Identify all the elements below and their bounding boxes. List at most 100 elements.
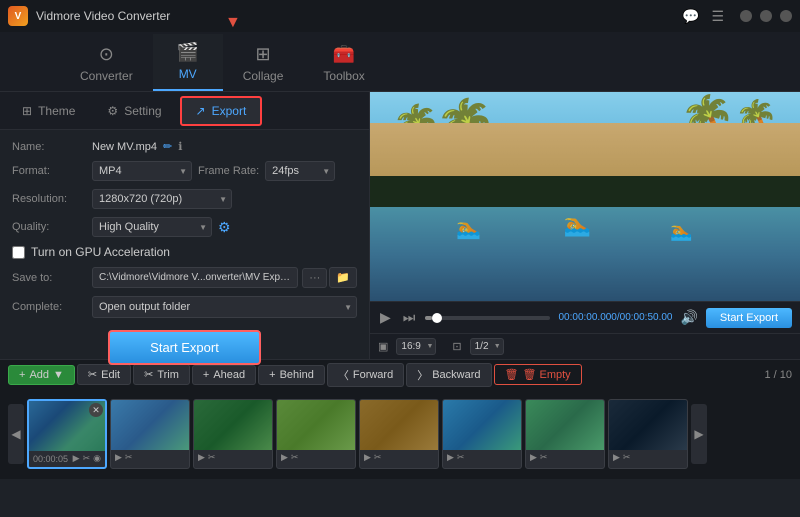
forward-button[interactable]: 〈 Forward <box>327 363 404 387</box>
clip-3-icons: ▶ ✂ <box>198 452 215 463</box>
export-icon: ↗ <box>196 104 206 118</box>
complete-row: Complete: Open output folder <box>12 296 357 318</box>
clip-3[interactable]: ▶ ✂ <box>193 399 273 469</box>
sub-tab-theme[interactable]: ⊞ Theme <box>8 98 89 124</box>
clip-2-thumb <box>111 400 189 450</box>
format-label: Format: <box>12 165 92 177</box>
backward-button[interactable]: 〉 Backward <box>406 363 491 387</box>
quality-value-group: High Quality ⚙ <box>92 217 357 237</box>
clip-7-thumb <box>526 400 604 450</box>
ahead-button[interactable]: + Ahead <box>192 365 256 385</box>
tab-mv[interactable]: 🎬 MV <box>153 34 223 91</box>
gpu-label: Turn on GPU Acceleration <box>31 245 170 259</box>
timeline-prev[interactable]: ◀ <box>8 404 24 464</box>
add-label: Add <box>29 369 49 381</box>
clip-6[interactable]: ▶ ✂ <box>442 399 522 469</box>
frame-rate-select[interactable]: 24fps <box>265 161 335 181</box>
clip-1-close[interactable]: ✕ <box>89 403 103 417</box>
sub-tab-theme-label: Theme <box>38 104 75 118</box>
quality-select[interactable]: High Quality <box>92 217 212 237</box>
vol-sm-icon: ◉ <box>93 453 101 464</box>
start-export-area: → Start Export <box>12 330 357 365</box>
tab-mv-label: MV <box>179 67 197 81</box>
quality-row: Quality: High Quality ⚙ <box>12 217 357 237</box>
trim-button[interactable]: ✂ Trim <box>133 364 190 385</box>
clip-8-thumb <box>609 400 687 450</box>
complete-select[interactable]: Open output folder <box>92 296 357 318</box>
quality-settings-button[interactable]: ⚙ <box>218 219 231 236</box>
tab-collage[interactable]: ⊞ Collage <box>223 36 304 91</box>
close-button[interactable]: ✕ <box>780 10 792 22</box>
time-current: 00:00:00.000 <box>558 312 616 323</box>
clip-2[interactable]: ▶ ✂ <box>110 399 190 469</box>
progress-dot <box>432 313 442 323</box>
play-button[interactable]: ▶ <box>378 307 393 328</box>
progress-bar[interactable] <box>425 316 550 320</box>
maximize-button[interactable]: □ <box>760 10 772 22</box>
edit-icon[interactable]: ✏ <box>163 140 172 153</box>
cut-sm-icon2: ✂ <box>125 452 133 463</box>
empty-button[interactable]: 🗑 🗑 Empty <box>494 364 582 385</box>
save-path: C:\Vidmore\Vidmore V...onverter\MV Expor… <box>92 267 298 288</box>
quality-av-select-wrapper: 1/2 <box>470 338 504 355</box>
format-row: Format: MP4 Frame Rate: 24fps <box>12 161 357 181</box>
complete-select-wrapper: Open output folder <box>92 296 357 318</box>
chat-icon[interactable]: 💬 <box>682 8 699 25</box>
left-panel: ⊞ Theme ⚙ Setting ↗ Export Name: New MV.… <box>0 92 370 359</box>
start-export-right-button[interactable]: Start Export <box>706 308 792 328</box>
minimize-button[interactable]: ─ <box>740 10 752 22</box>
clip-4[interactable]: ▶ ✂ <box>276 399 356 469</box>
clip-5[interactable]: ▶ ✂ <box>359 399 439 469</box>
format-select-wrapper: MP4 <box>92 161 192 181</box>
aspect-select[interactable]: 16:9 <box>396 338 436 355</box>
clip-8[interactable]: ▶ ✂ <box>608 399 688 469</box>
quality-av-select[interactable]: 1/2 <box>470 338 504 355</box>
page-info: 1 / 10 <box>764 369 792 381</box>
format-select[interactable]: MP4 <box>92 161 192 181</box>
edit-button[interactable]: ✂ Edit <box>77 364 131 385</box>
behind-label: Behind <box>280 369 314 381</box>
gpu-checkbox[interactable] <box>12 246 25 259</box>
app-title: Vidmore Video Converter <box>36 9 682 23</box>
forward-label: Forward <box>353 369 393 381</box>
converter-icon: ⊙ <box>99 44 114 65</box>
sub-tab-setting[interactable]: ⚙ Setting <box>93 98 175 124</box>
clip-7[interactable]: ▶ ✂ <box>525 399 605 469</box>
format-value-group: MP4 Frame Rate: 24fps <box>92 161 357 181</box>
clip-6-bottom: ▶ ✂ <box>443 450 521 465</box>
start-export-button[interactable]: Start Export <box>108 330 261 365</box>
tab-collage-label: Collage <box>243 69 284 83</box>
add-dropdown-icon: ▼ <box>53 369 64 381</box>
menu-icon[interactable]: ☰ <box>711 8 724 25</box>
skip-button[interactable]: ⏭ <box>401 307 418 328</box>
cut-sm-icon8: ✂ <box>623 452 631 463</box>
tab-converter[interactable]: ⊙ Converter <box>60 36 153 91</box>
sub-tab-export[interactable]: ↗ Export <box>180 96 263 126</box>
mv-icon: 🎬 <box>176 42 198 63</box>
timeline-next[interactable]: ▶ <box>691 404 707 464</box>
resolution-select[interactable]: 1280x720 (720p) <box>92 189 232 209</box>
name-row: Name: New MV.mp4 ✏ ℹ <box>12 140 357 153</box>
path-dots-button[interactable]: ··· <box>302 268 327 288</box>
tab-toolbox[interactable]: 🧰 Toolbox <box>303 36 384 91</box>
sub-tab-export-label: Export <box>212 104 247 118</box>
aspect-icon: ▣ <box>378 340 388 353</box>
behind-button[interactable]: + Behind <box>258 365 325 385</box>
forward-icon: 〈 <box>338 367 349 383</box>
volume-icon[interactable]: 🔊 <box>680 309 697 326</box>
folder-button[interactable]: 📁 <box>329 267 357 288</box>
video-preview: 🌴 🌴 🌴 🌴 🏊 🏊 🏊 <box>370 92 800 301</box>
resolution-select-wrapper: 1280x720 (720p) <box>92 189 232 209</box>
clip-4-icons: ▶ ✂ <box>281 452 298 463</box>
clip-1[interactable]: ✕ 00:00:05 ▶ ✂ ◉ <box>27 399 107 469</box>
clip-7-bottom: ▶ ✂ <box>526 450 604 465</box>
add-button[interactable]: + Add ▼ <box>8 365 75 385</box>
sub-tabs: ⊞ Theme ⚙ Setting ↗ Export <box>0 92 369 130</box>
toolbar-left: + Add ▼ ✂ Edit ✂ Trim + Ahead + Behind 〈… <box>8 363 582 387</box>
info-icon[interactable]: ℹ <box>178 140 182 153</box>
clip-4-bottom: ▶ ✂ <box>277 450 355 465</box>
name-value: New MV.mp4 <box>92 141 157 153</box>
titlebar: V Vidmore Video Converter 💬 ☰ ─ □ ✕ <box>0 0 800 32</box>
cut-sm-icon5: ✂ <box>374 452 382 463</box>
time-display: 00:00:00.000/00:00:50.00 <box>558 312 672 323</box>
